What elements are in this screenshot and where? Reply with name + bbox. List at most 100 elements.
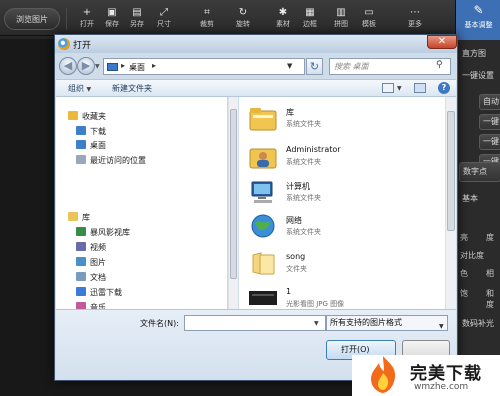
back-button[interactable]: ◀ [59, 57, 77, 75]
chevron-down-icon: ▼ [86, 86, 92, 93]
tree-item[interactable]: 库 [68, 212, 90, 226]
toolbar-button-label: 保存 [105, 20, 119, 28]
file-item[interactable]: 计算机 系统文件夹 [241, 175, 445, 209]
toolbar-button-9[interactable]: ▭ 模板 [358, 6, 380, 32]
tree-item[interactable]: 下载 [76, 126, 106, 140]
toolbar-button-label: 拼图 [334, 20, 348, 28]
toolbar-button-label: 打开 [80, 20, 94, 28]
library-icon [68, 212, 78, 221]
refresh-button[interactable]: ↻ [306, 58, 323, 75]
tree-item[interactable]: 迅雷下载 [76, 287, 122, 301]
file-list-scrollbar[interactable] [445, 97, 456, 309]
breadcrumb-desktop[interactable]: 桌面 [129, 62, 145, 73]
file-item[interactable]: song 文件夹 [241, 246, 445, 280]
dialog-title: 打开 [73, 41, 92, 51]
toolbar-button-8[interactable]: ▥ 拼图 [330, 6, 352, 32]
organize-menu[interactable]: 组织 ▼ [68, 83, 91, 94]
toolbar-button-0[interactable]: + 打开 [76, 6, 98, 32]
file-item[interactable]: 网络 系统文件夹 [241, 209, 445, 243]
tab-basic-adjust[interactable]: ✎ 基本调整 [456, 0, 500, 40]
tree-item-label: 最近访问的位置 [90, 156, 146, 165]
file-type-select[interactable]: 所有支持的图片格式 ▼ [326, 315, 448, 331]
file-item[interactable]: 库系统文件夹 [241, 101, 445, 135]
auto-button[interactable]: 自动 [479, 94, 500, 110]
toolbar-button-label: 裁剪 [200, 20, 214, 28]
tree-item[interactable]: 收藏夹 [68, 111, 106, 125]
digital-button[interactable]: 数字点 [459, 162, 500, 182]
tree-item[interactable]: 音乐 [76, 302, 106, 309]
forward-button[interactable]: ▶ [77, 57, 95, 75]
search-icon[interactable]: ⚲ [436, 60, 443, 70]
file-type: 光影看图 JPG 图像 [286, 300, 345, 308]
toolbar-tool-icon: ▥ [336, 7, 346, 18]
file-item[interactable]: Administrator 系统文件夹 [241, 139, 445, 173]
edit-icon: ✎ [473, 3, 484, 17]
toolbar-button-7[interactable]: ▦ 边框 [299, 6, 321, 32]
network-icon [249, 213, 277, 239]
app-toolbar: 浏览图片 + 打开 ▣ 保存 ▤ 另存 ⤢ 尺寸 ⌗ 裁剪 ↻ 旋转 ✱ 素材 ▦ 边框 ▥ 拼图 ▭ 模板 ⋯ 更多 [0, 0, 500, 36]
tree-item[interactable]: 桌面 [76, 140, 106, 154]
tree-scrollbar-thumb[interactable] [230, 109, 237, 279]
file-name: 网络 [286, 216, 302, 225]
breadcrumb-chevron-icon[interactable]: ▸ [121, 61, 125, 70]
file-item[interactable]: 1 光影看图 JPG 图像 [241, 281, 445, 309]
file-list-scrollbar-thumb[interactable] [447, 111, 455, 231]
document-icon [76, 272, 86, 281]
filename-dropdown-icon[interactable]: ▼ [314, 320, 319, 327]
toolbar-tool-icon: ▭ [364, 7, 374, 18]
dialog-title-bar[interactable]: 打开 ✕ [55, 35, 457, 53]
toolbar-button-5[interactable]: ↻ 旋转 [232, 6, 254, 32]
tree-scrollbar[interactable] [228, 97, 238, 309]
view-options-icon[interactable] [382, 83, 394, 93]
toolbar-button-3[interactable]: ⤢ 尺寸 [153, 6, 175, 32]
breadcrumb-chevron-icon[interactable]: ▸ [152, 61, 156, 70]
tree-item[interactable]: 文档 [76, 272, 106, 286]
tree-item-label: 图片 [90, 258, 106, 267]
help-icon[interactable]: ? [438, 82, 450, 94]
address-dropdown-icon[interactable]: ▼ [287, 62, 292, 70]
picture-icon [76, 257, 86, 266]
new-folder-button[interactable]: 新建文件夹 [112, 83, 152, 94]
saturation-label: 饱 [460, 289, 468, 298]
browse-images-button[interactable]: 浏览图片 [4, 8, 60, 30]
recent-pages-dropdown-icon[interactable]: ▼ [95, 63, 100, 70]
tree-item-label: 库 [82, 213, 90, 222]
preview-pane-icon[interactable] [414, 83, 426, 93]
filename-input[interactable] [184, 315, 326, 331]
one-key-button-2[interactable]: 一键 [479, 134, 500, 150]
file-type: 系统文件夹 [286, 120, 321, 128]
thunder-download-icon [76, 287, 86, 296]
saturation-label-2: 和度 [486, 289, 494, 309]
chevron-down-icon: ▼ [439, 323, 444, 330]
toolbar-button-label: 另存 [130, 20, 144, 28]
file-name: song [286, 252, 306, 261]
toolbar-button-10[interactable]: ⋯ 更多 [404, 6, 426, 32]
file-name: 计算机 [286, 182, 310, 191]
file-list: 库系统文件夹 Administrator 系统文件夹 计算机 系统文件夹 网络 系统文件夹 s… [239, 97, 445, 309]
toolbar-button-2[interactable]: ▤ 另存 [126, 6, 148, 32]
close-button[interactable]: ✕ [427, 35, 457, 49]
tree-item-label: 下载 [90, 127, 106, 136]
view-dropdown-icon[interactable]: ▼ [397, 83, 402, 92]
toolbar-tool-icon: + [82, 7, 92, 18]
one-key-button-1[interactable]: 一键 [479, 114, 500, 130]
file-type: 系统文件夹 [286, 228, 321, 236]
search-box[interactable]: ⚲ [329, 58, 451, 75]
search-input[interactable] [330, 59, 434, 74]
toolbar-tool-icon: ✱ [278, 7, 288, 18]
toolbar-button-1[interactable]: ▣ 保存 [101, 6, 123, 32]
toolbar-button-label: 旋转 [236, 20, 250, 28]
toolbar-button-6[interactable]: ✱ 素材 [272, 6, 294, 32]
tree-item[interactable]: 暴风影视库 [76, 227, 130, 241]
toolbar-tool-icon: ↻ [238, 7, 248, 18]
tree-item[interactable]: 视频 [76, 242, 106, 256]
library-folder-icon [249, 105, 277, 131]
open-file-dialog: 打开 ✕ ◀ ▶ ▼ ▸ 桌面 ▸ ▼ ↻ ⚲ 组织 ▼ 新建文件夹 ▼ ? 收… [54, 34, 458, 381]
toolbar-button-4[interactable]: ⌗ 裁剪 [196, 6, 218, 32]
address-bar[interactable]: ▸ 桌面 ▸ ▼ [103, 58, 305, 75]
tree-item[interactable]: 图片 [76, 257, 106, 271]
navigation-tree: 收藏夹下载桌面最近访问的位置库暴风影视库视频图片文档迅雷下载音乐计算机 [56, 97, 228, 309]
watermark-title: 完美下载 [410, 364, 482, 384]
tree-item-label: 收藏夹 [82, 112, 106, 121]
tree-item[interactable]: 最近访问的位置 [76, 155, 146, 169]
